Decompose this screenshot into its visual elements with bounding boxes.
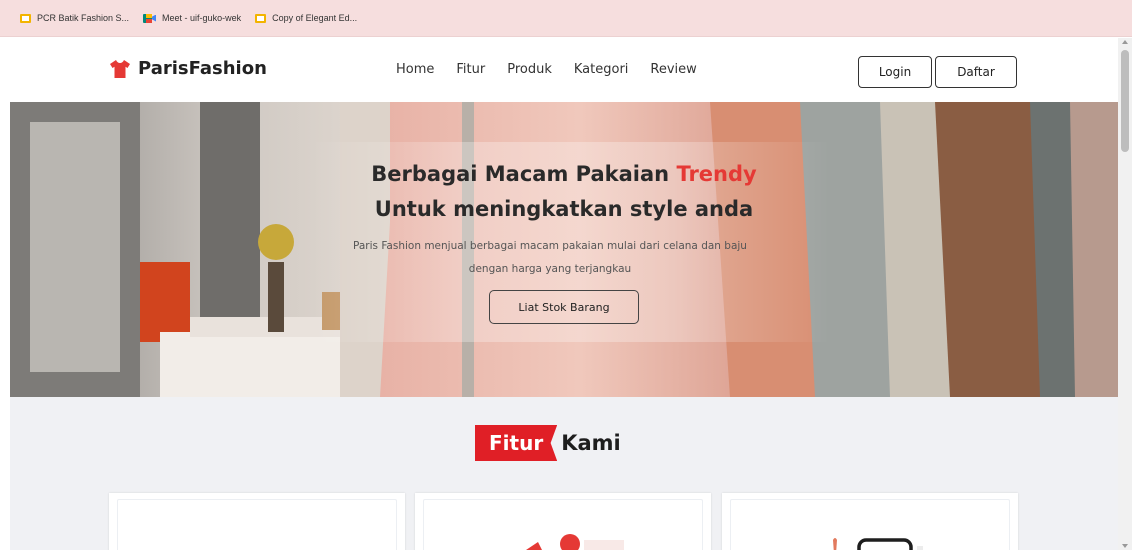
features-heading-rest: Kami <box>561 431 621 455</box>
nav-link-home[interactable]: Home <box>396 62 434 77</box>
hero-description: Paris Fashion menjual berbagai macam pak… <box>353 240 747 275</box>
bookmark-label: PCR Batik Fashion S... <box>37 13 130 23</box>
hero-title-accent: Trendy <box>676 162 757 186</box>
hero-title-text: Berbagai Macam Pakaian <box>371 162 677 186</box>
bookmark-label: Copy of Elegant Ed... <box>272 13 358 23</box>
bookmark-item[interactable]: Copy of Elegant Ed... <box>255 13 357 23</box>
features-section: Fitur Kami <box>10 397 1118 550</box>
nav-link-review[interactable]: Review <box>650 62 696 77</box>
features-heading: Fitur Kami <box>475 425 621 461</box>
feature-card-image <box>730 499 1010 550</box>
feature-illustration-icon <box>526 534 624 550</box>
hero-title-line2: Untuk meningkatkan style anda <box>374 197 754 221</box>
nav-link-produk[interactable]: Produk <box>507 62 552 77</box>
feature-card-image <box>117 499 397 550</box>
bookmark-item[interactable]: PCR Batik Fashion S... <box>20 13 129 23</box>
feature-card[interactable] <box>109 493 405 550</box>
nav-links: Home Fitur Produk Kategori Review <box>396 62 697 77</box>
scroll-up-arrow-icon[interactable] <box>1122 40 1128 44</box>
daftar-button[interactable]: Daftar <box>935 56 1017 88</box>
slides-icon <box>20 13 31 23</box>
brand-name: ParisFashion <box>138 58 267 79</box>
shirt-icon <box>110 59 130 78</box>
login-button[interactable]: Login <box>858 56 932 88</box>
bookmarks-bar: PCR Batik Fashion S... Meet - uif-guko-w… <box>0 0 1132 37</box>
hero-banner: Berbagai Macam Pakaian Trendy Untuk meni… <box>10 102 1118 397</box>
brand-logo[interactable]: ParisFashion <box>110 58 267 79</box>
stock-cta-button[interactable]: Liat Stok Barang <box>489 290 639 324</box>
meet-icon <box>143 13 157 23</box>
nav-link-kategori[interactable]: Kategori <box>574 62 629 77</box>
navbar: ParisFashion Home Fitur Produk Kategori … <box>0 38 1118 102</box>
hero-title-line1: Berbagai Macam Pakaian Trendy <box>10 162 1118 186</box>
scroll-down-arrow-icon[interactable] <box>1122 544 1128 548</box>
feature-card-image <box>423 499 703 550</box>
phone-illustration-icon <box>833 538 923 550</box>
feature-card[interactable] <box>722 493 1018 550</box>
page-scrollbar[interactable] <box>1118 38 1132 550</box>
bookmark-label: Meet - uif-guko-wek <box>162 13 242 23</box>
feature-card[interactable] <box>415 493 711 550</box>
slides-icon <box>255 13 267 23</box>
scroll-thumb[interactable] <box>1121 50 1129 152</box>
features-ribbon: Fitur <box>475 425 558 461</box>
bookmark-item[interactable]: Meet - uif-guko-wek <box>143 13 241 23</box>
nav-link-fitur[interactable]: Fitur <box>456 62 485 77</box>
